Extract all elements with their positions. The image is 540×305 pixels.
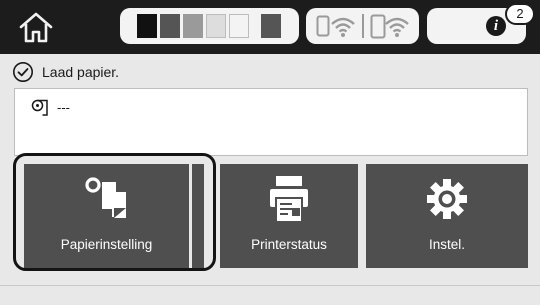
printer-status-tile[interactable]: Printerstatus: [220, 164, 358, 268]
paper-info-panel[interactable]: ---: [14, 88, 528, 156]
paper-roll-icon: [31, 99, 48, 116]
notification-badge: 2: [505, 3, 535, 25]
gear-icon: [427, 179, 467, 219]
info-icon: i: [486, 16, 506, 36]
network-status-button[interactable]: [306, 8, 419, 44]
home-button[interactable]: [18, 10, 54, 44]
ink-level-bar: [183, 14, 203, 38]
bottom-divider: [0, 285, 540, 286]
ink-level-bar: [261, 14, 281, 38]
ink-level-bar: [160, 14, 180, 38]
printer-icon: [270, 176, 308, 223]
wifi-icon: [331, 17, 355, 37]
wired-network-icon: [316, 15, 330, 37]
settings-tile[interactable]: Instel.: [366, 164, 528, 268]
status-text: Laad papier.: [42, 64, 120, 80]
ink-level-bar: [229, 14, 249, 38]
home-icon: [19, 12, 53, 43]
wifi-direct-icon: [370, 14, 409, 39]
network-divider: [362, 14, 364, 38]
status-message: Laad papier.: [12, 60, 119, 84]
ink-levels-button[interactable]: [120, 8, 299, 44]
paper-type-text: ---: [57, 100, 70, 115]
selection-highlight: [13, 153, 216, 271]
printer-status-label: Printerstatus: [251, 237, 327, 252]
top-bar: i 2: [0, 0, 540, 54]
ink-level-bar: [137, 14, 157, 38]
settings-label: Instel.: [428, 237, 466, 252]
check-circle-icon: [13, 62, 33, 82]
ink-level-bar: [206, 14, 226, 38]
